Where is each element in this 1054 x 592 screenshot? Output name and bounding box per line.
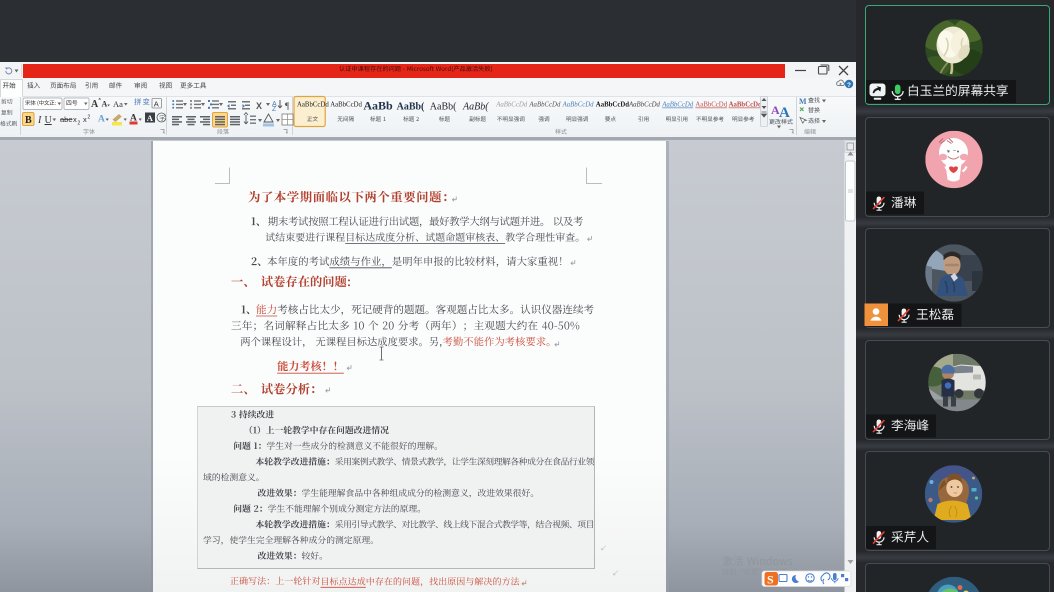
- svg-text:AaBbCcDd: AaBbCcDd: [596, 102, 629, 109]
- svg-text:AaBbCcDd: AaBbCcDd: [528, 102, 561, 109]
- svg-text:AaBb: AaBb: [363, 99, 393, 113]
- svg-text:I: I: [37, 115, 42, 126]
- svg-text:AaBb(: AaBb(: [430, 102, 457, 113]
- svg-text:2: 2: [78, 121, 81, 127]
- svg-text:AaBbCcDd: AaBbCcDd: [628, 102, 661, 109]
- svg-text:AaBbCcDd: AaBbCcDd: [729, 102, 762, 109]
- svg-text:B: B: [25, 115, 32, 126]
- svg-text:U: U: [45, 115, 53, 126]
- svg-text:M: M: [799, 97, 807, 106]
- svg-text:Z: Z: [272, 106, 277, 113]
- svg-text:AaBb(: AaBb(: [462, 102, 489, 113]
- svg-text:AaBbCcDd: AaBbCcDd: [297, 102, 329, 109]
- svg-text:AaBbCcDd: AaBbCcDd: [661, 102, 694, 109]
- svg-text:X: X: [256, 101, 262, 111]
- svg-text:AaBbCcDd: AaBbCcDd: [495, 102, 528, 109]
- svg-text:abe: abe: [60, 115, 73, 124]
- svg-text:x: x: [73, 115, 77, 124]
- svg-text:A: A: [91, 99, 99, 110]
- svg-text:A: A: [98, 115, 105, 125]
- svg-text:?: ?: [847, 82, 851, 89]
- svg-text:2: 2: [88, 115, 91, 121]
- svg-text:A: A: [154, 100, 159, 109]
- svg-text:AaBb(: AaBb(: [397, 102, 425, 113]
- svg-text:x: x: [83, 115, 87, 124]
- svg-text:S: S: [767, 573, 774, 587]
- svg-text:A: A: [102, 100, 108, 109]
- svg-text:AaBbCcDd: AaBbCcDd: [562, 102, 595, 109]
- svg-text:AaBbCcDd: AaBbCcDd: [330, 102, 362, 109]
- svg-text:¶: ¶: [285, 102, 290, 112]
- svg-text:Aa: Aa: [113, 99, 123, 109]
- svg-text:A: A: [779, 105, 790, 121]
- svg-text:A: A: [147, 113, 154, 123]
- svg-text:字: 字: [159, 114, 165, 122]
- svg-text:AaBbCcDd: AaBbCcDd: [695, 102, 727, 109]
